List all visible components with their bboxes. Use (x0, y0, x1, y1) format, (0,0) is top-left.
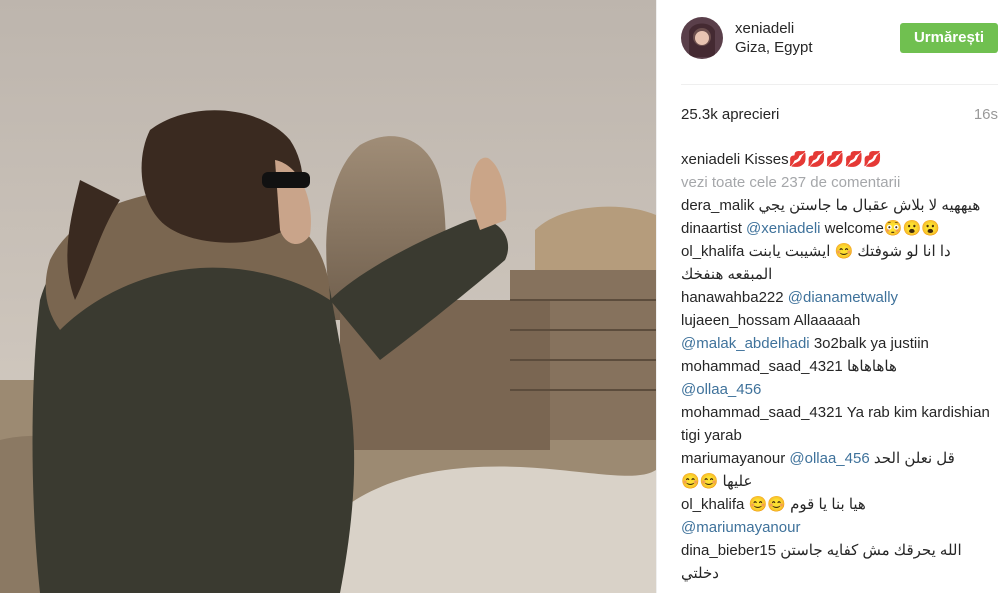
comment: ol_khalifa 😊😊 هيا بنا يا قوم @mariumayan… (681, 493, 998, 539)
comment-text: هاهاهاها (846, 358, 897, 375)
comment: mariumayanour @ollaa_456 قل نعلن الحد 😊😊… (681, 447, 998, 493)
caption-username[interactable]: xeniadeli (681, 151, 740, 168)
comment-username[interactable]: lujaeen_hossam (681, 312, 790, 329)
comment-username[interactable]: mohammad_saad_4321 (681, 404, 843, 421)
comment-username[interactable]: hanawahba222 (681, 289, 784, 306)
avatar[interactable] (681, 17, 723, 59)
comment: ol_khalifa دا انا لو شوفتك 😊 ايشيبت يابن… (681, 240, 998, 286)
header-meta: xeniadeli Giza, Egypt (735, 20, 900, 56)
comment-username[interactable]: mariumayanour (681, 450, 785, 467)
view-all-comments[interactable]: vezi toate cele 237 de comentarii (681, 171, 998, 194)
comments-list: xeniadeli Kisses💋💋💋💋💋 vezi toate cele 23… (681, 148, 998, 585)
comment-username[interactable]: ol_khalifa (681, 496, 744, 513)
comment-mention[interactable]: @mariumayanour (681, 519, 800, 536)
location[interactable]: Giza, Egypt (735, 39, 900, 56)
comment-text: Allaaaaah (793, 312, 861, 329)
comment: lujaeen_hossam Allaaaaah @malak_abdelhad… (681, 309, 998, 355)
comment-username[interactable]: dinaartist (681, 220, 742, 237)
comment-text: welcome😳😮😮 (820, 220, 940, 237)
post-photo[interactable] (0, 0, 656, 593)
comment-mention[interactable]: @ollaa_456 (789, 450, 869, 467)
comment: mohammad_saad_4321 هاهاهاها @ollaa_456 (681, 355, 998, 401)
header-username[interactable]: xeniadeli (735, 20, 900, 37)
divider (681, 84, 998, 85)
photo-image (0, 0, 656, 593)
comment: dinaartist @xeniadeli welcome😳😮😮 (681, 217, 998, 240)
comment-text: 😊😊 هيا بنا يا قوم (748, 496, 866, 513)
post-sidebar: xeniadeli Giza, Egypt Urmărești 25.3k ap… (656, 0, 1008, 593)
avatar-image (681, 17, 723, 59)
comment-mention[interactable]: @xeniadeli (746, 220, 820, 237)
post-header: xeniadeli Giza, Egypt Urmărești (657, 0, 1008, 60)
likes-row: 25.3k aprecieri 16s (681, 106, 998, 123)
caption-text: Kisses💋💋💋💋💋 (744, 151, 882, 168)
comment-mention[interactable]: @ollaa_456 (681, 381, 761, 398)
comment-username[interactable]: ol_khalifa (681, 243, 744, 260)
comment-text: قل نعلن الحد (869, 450, 955, 467)
comment-mention[interactable]: @dianametwally (788, 289, 898, 306)
comment: mohammad_saad_4321 Ya rab kim kardishian… (681, 401, 998, 447)
likes-count[interactable]: 25.3k aprecieri (681, 106, 779, 123)
comment-username[interactable]: mohammad_saad_4321 (681, 358, 843, 375)
comment: dera_malik هيههيه لا بلاش عقبال ما جاستن… (681, 194, 998, 217)
timestamp[interactable]: 16s (974, 106, 998, 123)
comment-text: 😊😊 عليها (681, 473, 753, 490)
comment-username[interactable]: dera_malik (681, 197, 754, 214)
comment: hanawahba222 @dianametwally (681, 286, 998, 309)
comment: dina_bieber15 الله يحرقك مش كفايه جاستن … (681, 539, 998, 585)
comment-text: هيههيه لا بلاش عقبال ما جاستن يجي (758, 197, 981, 214)
follow-button[interactable]: Urmărești (899, 23, 998, 53)
comment-mention[interactable]: @malak_abdelhadi (681, 335, 810, 352)
comment-username[interactable]: dina_bieber15 (681, 542, 776, 559)
caption: xeniadeli Kisses💋💋💋💋💋 (681, 148, 998, 171)
comment-text: 3o2balk ya justiin (809, 335, 929, 352)
